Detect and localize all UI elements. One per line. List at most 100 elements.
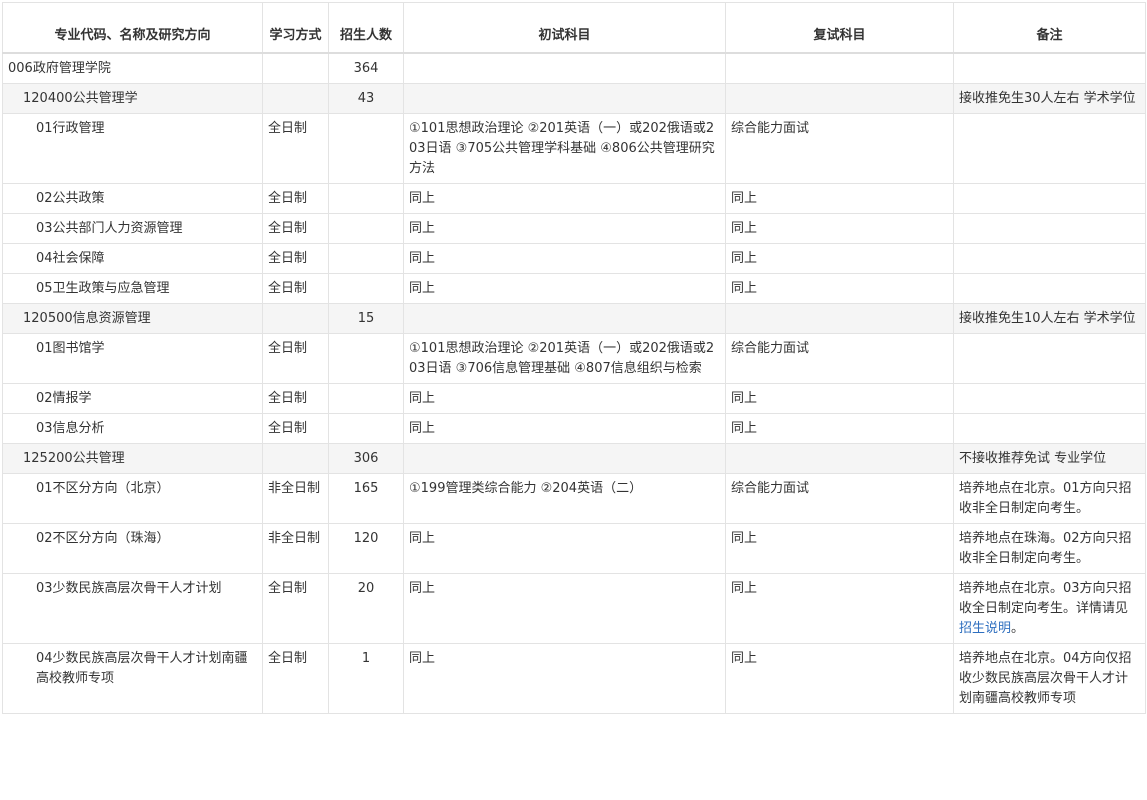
cell-prelim: 同上 [403,242,726,274]
cell-name: 01不区分方向（北京） [2,472,263,524]
cell-mode: 全日制 [262,272,329,304]
cell-mode [262,302,329,334]
cell-prelim: ①101思想政治理论 ②201英语（一）或202俄语或203日语 ③706信息管… [403,332,726,384]
direction-row: 02情报学 全日制 同上 同上 [2,382,1146,414]
cell-quota: 120 [328,522,404,574]
cell-name: 120500信息资源管理 [2,302,263,334]
cell-name: 04少数民族高层次骨干人才计划南疆高校教师专项 [2,642,263,714]
cell-name: 05卫生政策与应急管理 [2,272,263,304]
header-mode: 学习方式 [262,2,329,54]
cell-quota [328,332,404,384]
cell-quota [328,182,404,214]
cell-remark: 不接收推荐免试 专业学位 [953,442,1146,474]
cell-retest: 综合能力面试 [725,472,954,524]
cell-prelim [403,302,726,334]
cell-retest: 同上 [725,212,954,244]
cell-remark: 接收推免生30人左右 学术学位 [953,82,1146,114]
remark-tail: 。 [1011,620,1025,636]
cell-remark [953,52,1146,84]
direction-row: 03少数民族高层次骨干人才计划 全日制 20 同上 同上 培养地点在北京。03方向只招收全… [2,572,1146,644]
admissions-table: 专业代码、名称及研究方向 学习方式 招生人数 初试科目 复试科目 备注 006政… [2,2,1146,714]
cell-name: 01图书馆学 [2,332,263,384]
cell-remark [953,382,1146,414]
cell-prelim: 同上 [403,272,726,304]
cell-prelim: 同上 [403,382,726,414]
cell-retest [725,302,954,334]
cell-retest: 同上 [725,412,954,444]
header-prelim: 初试科目 [403,2,726,54]
admission-guide-link[interactable]: 招生说明 [959,621,1011,636]
direction-row: 02不区分方向（珠海） 非全日制 120 同上 同上 培养地点在珠海。02方向只招收非全日… [2,522,1146,574]
direction-row: 03公共部门人力资源管理 全日制 同上 同上 [2,212,1146,244]
cell-remark: 接收推免生10人左右 学术学位 [953,302,1146,334]
cell-prelim: 同上 [403,212,726,244]
cell-mode [262,442,329,474]
cell-quota: 364 [328,52,404,84]
cell-mode [262,52,329,84]
major-row: 125200公共管理 306 不接收推荐免试 专业学位 [2,442,1146,474]
cell-prelim: ①199管理类综合能力 ②204英语（二） [403,472,726,524]
cell-retest: 同上 [725,182,954,214]
cell-mode: 全日制 [262,212,329,244]
cell-prelim [403,52,726,84]
cell-quota [328,242,404,274]
direction-row: 01图书馆学 全日制 ①101思想政治理论 ②201英语（一）或202俄语或203日… [2,332,1146,384]
cell-prelim [403,82,726,114]
cell-retest: 同上 [725,242,954,274]
cell-name: 120400公共管理学 [2,82,263,114]
direction-row: 03信息分析 全日制 同上 同上 [2,412,1146,444]
cell-name: 02公共政策 [2,182,263,214]
major-row: 120500信息资源管理 15 接收推免生10人左右 学术学位 [2,302,1146,334]
table-body: 006政府管理学院 364 120400公共管理学 43 接收推免生30人左右 学术学位… [2,52,1146,714]
cell-mode [262,82,329,114]
cell-retest: 同上 [725,522,954,574]
cell-retest: 同上 [725,642,954,714]
cell-name: 03公共部门人力资源管理 [2,212,263,244]
cell-prelim: 同上 [403,412,726,444]
cell-quota [328,412,404,444]
cell-remark [953,212,1146,244]
direction-row: 02公共政策 全日制 同上 同上 [2,182,1146,214]
cell-retest: 同上 [725,272,954,304]
cell-mode: 全日制 [262,642,329,714]
cell-remark [953,112,1146,184]
direction-row: 04少数民族高层次骨干人才计划南疆高校教师专项 全日制 1 同上 同上 培养地点在北京。0… [2,642,1146,714]
cell-quota: 20 [328,572,404,644]
direction-row: 01行政管理 全日制 ①101思想政治理论 ②201英语（一）或202俄语或203日… [2,112,1146,184]
cell-quota: 165 [328,472,404,524]
cell-remark: 培养地点在北京。04方向仅招收少数民族高层次骨干人才计划南疆高校教师专项 [953,642,1146,714]
cell-mode: 全日制 [262,182,329,214]
cell-name: 02情报学 [2,382,263,414]
cell-retest [725,442,954,474]
major-row: 120400公共管理学 43 接收推免生30人左右 学术学位 [2,82,1146,114]
cell-mode: 全日制 [262,332,329,384]
cell-remark: 培养地点在北京。03方向只招收全日制定向考生。详情请见招生说明。 [953,572,1146,644]
cell-mode: 全日制 [262,412,329,444]
cell-retest: 综合能力面试 [725,332,954,384]
cell-name: 03信息分析 [2,412,263,444]
cell-quota [328,112,404,184]
cell-remark: 培养地点在珠海。02方向只招收非全日制定向考生。 [953,522,1146,574]
cell-prelim: 同上 [403,522,726,574]
cell-name: 02不区分方向（珠海） [2,522,263,574]
cell-retest: 综合能力面试 [725,112,954,184]
cell-name: 04社会保障 [2,242,263,274]
cell-name: 125200公共管理 [2,442,263,474]
cell-quota [328,272,404,304]
cell-mode: 全日制 [262,112,329,184]
direction-row: 04社会保障 全日制 同上 同上 [2,242,1146,274]
direction-row: 01不区分方向（北京） 非全日制 165 ①199管理类综合能力 ②204英语（二）综… [2,472,1146,524]
cell-remark [953,332,1146,384]
remark-text: 培养地点在北京。03方向只招收全日制定向考生。详情请见 [959,580,1132,616]
header-major: 专业代码、名称及研究方向 [2,2,263,54]
cell-retest [725,82,954,114]
cell-retest: 同上 [725,572,954,644]
cell-remark [953,182,1146,214]
cell-mode: 非全日制 [262,522,329,574]
header-quota: 招生人数 [328,2,404,54]
cell-retest [725,52,954,84]
header-row: 专业代码、名称及研究方向 学习方式 招生人数 初试科目 复试科目 备注 [2,2,1146,54]
cell-quota: 1 [328,642,404,714]
cell-remark: 培养地点在北京。01方向只招收非全日制定向考生。 [953,472,1146,524]
cell-prelim: 同上 [403,572,726,644]
